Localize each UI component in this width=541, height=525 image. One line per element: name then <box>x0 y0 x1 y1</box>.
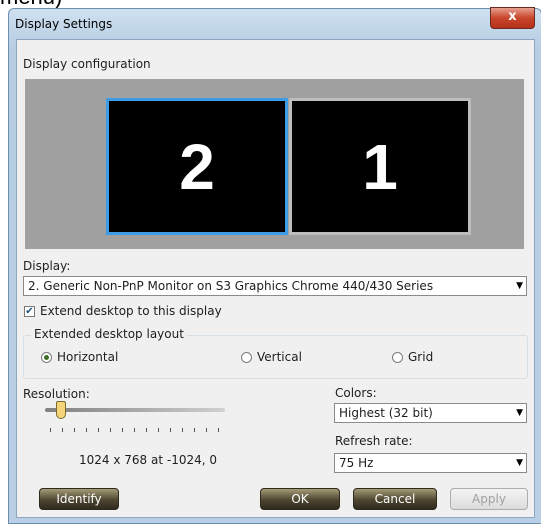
colors-dropdown-value: Highest (32 bit) <box>339 406 433 420</box>
extend-desktop-label: Extend desktop to this display <box>40 304 222 318</box>
radio-horizontal-label: Horizontal <box>57 350 119 364</box>
display-dropdown[interactable]: 2. Generic Non-PnP Monitor on S3 Graphic… <box>23 276 527 296</box>
slider-tick <box>74 428 75 432</box>
slider-tick <box>98 428 99 432</box>
slider-tick <box>158 428 159 432</box>
close-icon: x <box>508 9 517 24</box>
chevron-down-icon: ▼ <box>516 458 523 468</box>
resolution-label: Resolution: <box>23 387 90 401</box>
colors-label: Colors: <box>335 386 377 400</box>
radio-grid[interactable] <box>392 352 403 363</box>
monitor-1[interactable]: 1 <box>289 98 471 235</box>
ok-button[interactable]: OK <box>260 488 340 510</box>
monitor-1-number: 1 <box>362 130 398 203</box>
display-label: Display: <box>23 259 71 273</box>
display-configuration-label: Display configuration <box>23 57 151 71</box>
display-dropdown-value: 2. Generic Non-PnP Monitor on S3 Graphic… <box>28 279 434 293</box>
resolution-slider-track[interactable] <box>45 408 225 412</box>
slider-tick <box>62 428 63 432</box>
slider-tick <box>194 428 195 432</box>
radio-vertical[interactable] <box>241 352 252 363</box>
title-bar[interactable]: Display Settings x <box>9 7 541 37</box>
layout-group-title: Extended desktop layout <box>31 327 187 341</box>
slider-tick <box>206 428 207 432</box>
chevron-down-icon: ▼ <box>516 408 523 418</box>
slider-tick <box>146 428 147 432</box>
refresh-rate-dropdown[interactable]: 75 Hz ▼ <box>334 453 527 473</box>
slider-tick <box>110 428 111 432</box>
close-button[interactable]: x <box>490 7 535 29</box>
slider-tick <box>122 428 123 432</box>
monitor-configuration-area: 2 1 <box>25 79 524 249</box>
radio-horizontal[interactable] <box>41 352 52 363</box>
monitor-2-number: 2 <box>179 130 215 203</box>
identify-button[interactable]: Identify <box>39 488 119 510</box>
cancel-button[interactable]: Cancel <box>353 488 437 510</box>
resolution-value: 1024 x 768 at -1024, 0 <box>79 453 217 467</box>
colors-dropdown[interactable]: Highest (32 bit) ▼ <box>334 403 527 423</box>
radio-grid-label: Grid <box>408 350 434 364</box>
slider-tick <box>86 428 87 432</box>
slider-tick <box>50 428 51 432</box>
slider-tick <box>218 428 219 432</box>
refresh-rate-label: Refresh rate: <box>335 434 413 448</box>
apply-button[interactable]: Apply <box>450 488 528 510</box>
dialog-body: Display configuration 2 1 Display: 2. Ge… <box>16 39 535 518</box>
monitor-2[interactable]: 2 <box>106 98 288 235</box>
resolution-slider-thumb[interactable] <box>56 401 66 419</box>
slider-tick <box>134 428 135 432</box>
slider-tick <box>182 428 183 432</box>
window-title: Display Settings <box>15 17 113 31</box>
slider-tick <box>170 428 171 432</box>
radio-vertical-label: Vertical <box>257 350 302 364</box>
extend-desktop-checkbox[interactable]: ✔ <box>24 306 35 317</box>
refresh-rate-dropdown-value: 75 Hz <box>339 456 374 470</box>
chevron-down-icon: ▼ <box>516 281 523 291</box>
display-settings-window: Display Settings x Display configuration… <box>8 7 541 524</box>
